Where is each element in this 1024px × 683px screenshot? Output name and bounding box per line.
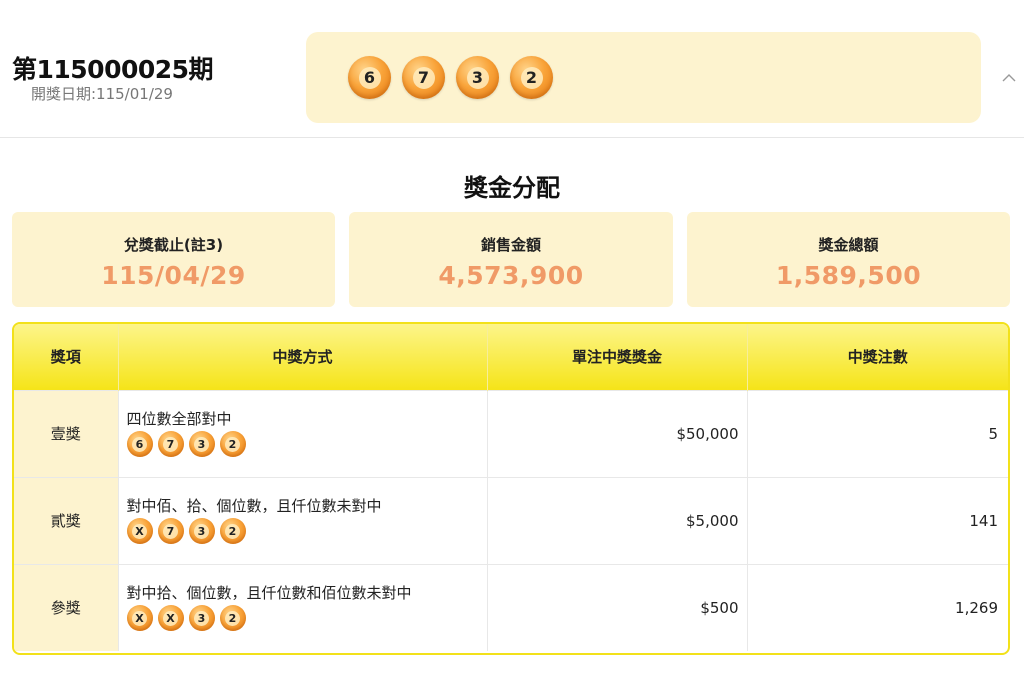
collapse-button[interactable]: [998, 66, 1020, 88]
ball-number: X: [132, 610, 147, 626]
prize-method: 四位數全部對中 6 7 3 2: [118, 389, 488, 477]
ball-number: 2: [225, 436, 240, 452]
lottery-ball-icon: X: [126, 518, 153, 544]
lottery-ball-icon: 7: [157, 431, 184, 457]
ball-number: 2: [225, 610, 240, 626]
stat-card-total-prize: 獎金總額 1,589,500: [687, 212, 1010, 307]
winner-count: 1,269: [747, 563, 1008, 651]
winner-count: 5: [747, 389, 1008, 477]
ball-number: 7: [412, 66, 435, 89]
ball-number: X: [163, 610, 178, 626]
method-description: 四位數全部對中: [126, 410, 232, 428]
stat-card-claim-deadline: 兌獎截止(註3) 115/04/29: [12, 212, 335, 307]
lottery-ball-icon: X: [157, 605, 184, 632]
chevron-up-icon: [1002, 73, 1016, 81]
ball-number: 3: [194, 523, 209, 539]
prize-amount: $50,000: [487, 389, 748, 477]
table-header-row: 獎項 中獎方式 單注中獎獎金 中獎注數: [14, 324, 1008, 390]
lottery-ball-icon: 3: [188, 431, 215, 457]
ball-number: 6: [358, 66, 381, 89]
header-amount: 單注中獎獎金: [487, 324, 748, 390]
stat-card-sales-amount: 銷售金額 4,573,900: [349, 212, 673, 307]
prize-name: 壹獎: [14, 389, 119, 477]
table-row: 參獎 對中拾、個位數，且仟位數和佰位數未對中 X X 3 2 $500 1,26…: [14, 563, 1008, 651]
stat-value: 1,589,500: [775, 261, 922, 290]
table-row: 貳獎 對中佰、拾、個位數，且仟位數未對中 X 7 3 2 $5,000 141: [14, 476, 1008, 564]
stat-label: 銷售金額: [480, 236, 541, 254]
header-prize: 獎項: [14, 324, 119, 390]
prize-name: 貳獎: [14, 476, 119, 564]
ball-number: 3: [466, 66, 489, 89]
winning-numbers-panel: 6 7 3 2: [306, 32, 981, 123]
lottery-ball-icon: 6: [348, 56, 391, 99]
prize-amount: $5,000: [487, 476, 748, 564]
draw-date: 開獎日期:115/01/29: [31, 85, 173, 103]
ball-number: X: [132, 523, 147, 539]
stat-label: 獎金總額: [818, 236, 879, 254]
ball-number: 2: [520, 66, 543, 89]
lottery-ball-icon: 2: [219, 605, 246, 632]
winner-count: 141: [747, 476, 1008, 564]
lottery-ball-icon: 7: [157, 518, 184, 544]
method-balls: X 7 3 2: [126, 518, 487, 544]
draw-period: 第115000025期: [12, 55, 214, 84]
prize-method: 對中拾、個位數，且仟位數和佰位數未對中 X X 3 2: [118, 563, 488, 651]
method-description: 對中佰、拾、個位數，且仟位數未對中: [126, 497, 382, 515]
lottery-ball-icon: 3: [456, 56, 499, 99]
lottery-ball-icon: 3: [188, 605, 215, 632]
prize-name: 參獎: [14, 563, 119, 651]
lottery-ball-icon: 7: [402, 56, 445, 99]
prize-table: 獎項 中獎方式 單注中獎獎金 中獎注數 壹獎 四位數全部對中 6 7 3 2 $…: [12, 322, 1010, 655]
ball-number: 2: [225, 523, 240, 539]
ball-number: 6: [132, 436, 147, 452]
lottery-ball-icon: 6: [126, 431, 153, 457]
table-row: 壹獎 四位數全部對中 6 7 3 2 $50,000 5: [14, 389, 1008, 477]
lottery-ball-icon: 2: [219, 431, 246, 457]
ball-number: 7: [163, 436, 178, 452]
ball-number: 3: [194, 436, 209, 452]
method-description: 對中拾、個位數，且仟位數和佰位數未對中: [126, 584, 412, 603]
lottery-ball-icon: 2: [510, 56, 553, 99]
prize-amount: $500: [487, 563, 748, 651]
ball-number: 3: [194, 610, 209, 626]
stat-label: 兌獎截止(註3): [123, 236, 224, 254]
ball-number: 7: [163, 523, 178, 539]
header-count: 中獎注數: [747, 324, 1008, 390]
stat-value: 115/04/29: [101, 261, 246, 290]
lottery-ball-icon: 3: [188, 518, 215, 544]
lottery-ball-icon: X: [126, 605, 153, 632]
section-title: 獎金分配: [464, 174, 560, 202]
method-balls: X X 3 2: [126, 605, 487, 632]
draw-header: 第115000025期 開獎日期:115/01/29 6 7 3 2: [0, 0, 1024, 138]
winning-numbers: 6 7 3 2: [348, 56, 553, 99]
lottery-ball-icon: 2: [219, 518, 246, 544]
prize-method: 對中佰、拾、個位數，且仟位數未對中 X 7 3 2: [118, 476, 488, 564]
header-method: 中獎方式: [118, 324, 488, 390]
stat-value: 4,573,900: [438, 261, 584, 290]
method-balls: 6 7 3 2: [126, 431, 487, 457]
